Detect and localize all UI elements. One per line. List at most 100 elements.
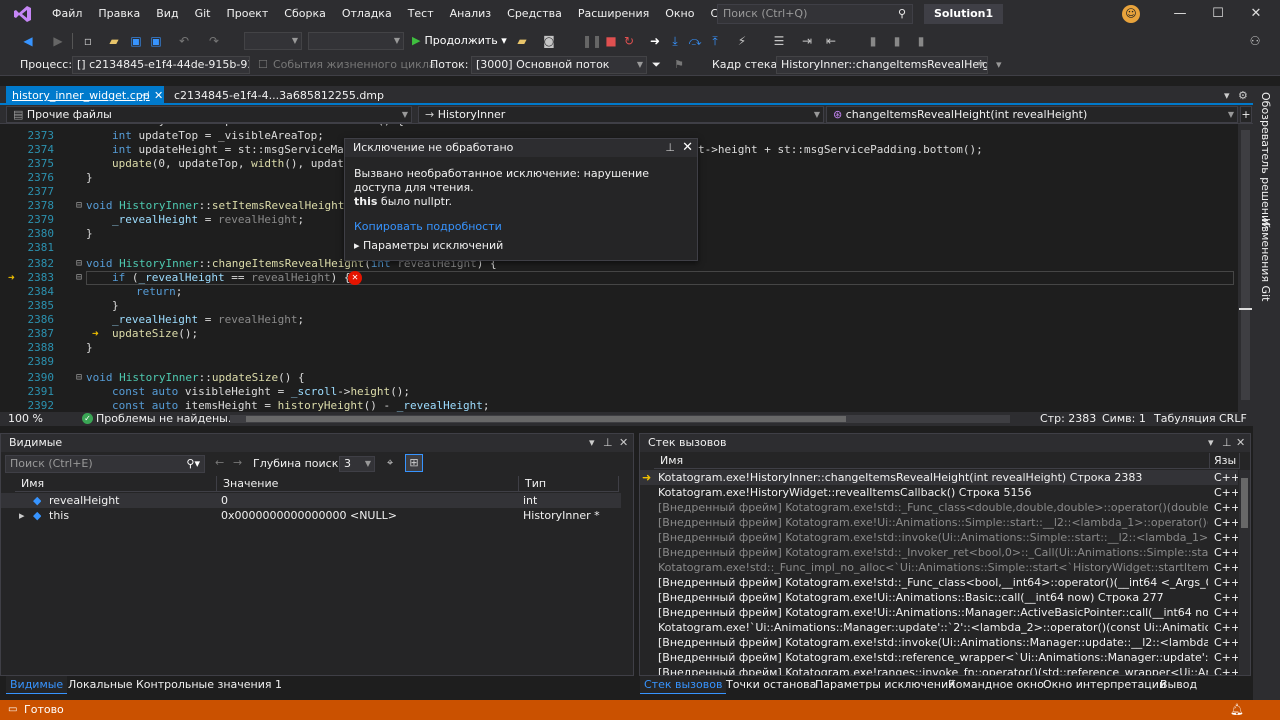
new-item-icon[interactable]: ▫ bbox=[80, 32, 96, 50]
search-forward-icon[interactable]: → bbox=[233, 456, 242, 469]
menu-git[interactable]: Git bbox=[187, 0, 219, 28]
visualizer-icon[interactable]: ⌖ bbox=[387, 456, 393, 470]
close-icon[interactable]: ✕ bbox=[1236, 434, 1245, 452]
locals-search-input[interactable]: Поиск (Ctrl+E) ⚲▾ bbox=[5, 455, 205, 473]
lifecycle-label[interactable]: События жизненного цикла bbox=[273, 57, 436, 73]
save-icon[interactable]: ▣ bbox=[128, 32, 144, 50]
pin-icon[interactable]: ⊣ bbox=[140, 86, 150, 105]
tab-locals-visible[interactable]: Видимые bbox=[6, 676, 68, 694]
project-dropdown[interactable]: ▤ Прочие файлы ▼ bbox=[6, 106, 412, 123]
list-item[interactable]: [Внедренный фрейм] Kotatogram.exe!std::_… bbox=[640, 500, 1238, 515]
column-header-lang[interactable]: Язы bbox=[1210, 453, 1240, 469]
close-icon[interactable]: ✕ bbox=[1244, 4, 1268, 24]
step-into-icon[interactable]: ⤓ bbox=[668, 32, 682, 50]
tab-locals[interactable]: Локальные bbox=[64, 676, 137, 694]
avatar[interactable]: ☺ bbox=[1122, 5, 1140, 23]
editor-scrollbar[interactable] bbox=[1238, 124, 1253, 412]
column-header-name[interactable]: Имя bbox=[15, 476, 217, 492]
filter-icon[interactable]: ⏷ bbox=[652, 57, 661, 73]
scroll-track[interactable] bbox=[1241, 130, 1250, 400]
list-item[interactable]: [Внедренный фрейм] Kotatogram.exe!ranges… bbox=[640, 665, 1238, 675]
show-next-statement-icon[interactable]: ➜ bbox=[648, 32, 662, 50]
continue-button[interactable]: ▶ Продолжить ▾ bbox=[412, 32, 507, 50]
screenshot-icon[interactable]: ◙ bbox=[540, 32, 558, 50]
tab-dropdown-icon[interactable]: ▾ bbox=[1224, 86, 1236, 105]
problems-text[interactable]: Проблемы не найдены. bbox=[96, 412, 231, 426]
config-dropdown[interactable]: ▼ bbox=[244, 32, 302, 50]
hex-toggle-icon[interactable]: ⊞ bbox=[405, 454, 423, 472]
dropdown-icon[interactable]: ▾ bbox=[1208, 434, 1214, 452]
pin-icon[interactable]: ⊥ bbox=[603, 434, 613, 452]
bookmark-icon[interactable]: ▮ bbox=[866, 32, 880, 50]
menu-window[interactable]: Окно bbox=[657, 0, 702, 28]
menu-analyze[interactable]: Анализ bbox=[442, 0, 500, 28]
platform-dropdown[interactable]: ▼ bbox=[308, 32, 404, 50]
list-item[interactable]: ➜ Kotatogram.exe!HistoryInner::changeItem… bbox=[640, 470, 1238, 485]
hot-reload-icon[interactable]: ⚡ bbox=[734, 32, 750, 50]
more-icon[interactable]: ▾ bbox=[996, 57, 1002, 73]
table-row[interactable]: ◆ revealHeight 0 int bbox=[1, 493, 621, 508]
search-input[interactable]: Поиск (Ctrl+Q) ⚲ bbox=[717, 4, 913, 24]
exception-settings-expander[interactable]: ▸ Параметры исключений bbox=[354, 239, 503, 252]
process-dropdown[interactable]: [] c2134845-e1f4-44de-915b-93 bbox=[72, 56, 250, 74]
save-all-icon[interactable]: ▣ bbox=[148, 32, 164, 50]
outdent-icon[interactable]: ⇤ bbox=[824, 32, 838, 50]
open-folder-icon[interactable]: ▰ bbox=[106, 32, 122, 50]
restart-icon[interactable]: ↻ bbox=[622, 32, 636, 50]
menu-extensions[interactable]: Расширения bbox=[570, 0, 657, 28]
list-item[interactable]: Kotatogram.exe!`Ui::Animations::Manager:… bbox=[640, 620, 1238, 635]
pause-icon[interactable]: ❚❚ bbox=[582, 32, 602, 50]
tab-breakpoints[interactable]: Точки останова bbox=[722, 676, 820, 694]
minimize-icon[interactable]: — bbox=[1168, 4, 1192, 24]
menu-file[interactable]: Файл bbox=[44, 0, 90, 28]
callstack-scrollbar[interactable] bbox=[1239, 470, 1250, 675]
search-back-icon[interactable]: ← bbox=[215, 456, 224, 469]
line-endings[interactable]: CRLF bbox=[1219, 412, 1247, 426]
indent-mode[interactable]: Табуляция bbox=[1154, 412, 1216, 426]
settings-icon[interactable]: ⚙ bbox=[1238, 86, 1250, 105]
git-changes-tab[interactable]: Изменения Git bbox=[1259, 218, 1272, 301]
list-item[interactable]: [Внедренный фрейм] Kotatogram.exe!Ui::An… bbox=[640, 605, 1238, 620]
tab-dump[interactable]: c2134845-e1f4-4...3a685812255.dmp bbox=[168, 86, 384, 105]
close-tab-icon[interactable]: ✕ bbox=[154, 86, 163, 105]
step-out-icon[interactable]: ⤒ bbox=[708, 32, 722, 50]
member-dropdown[interactable]: ⊛ changeItemsRevealHeight(int revealHeig… bbox=[826, 106, 1238, 123]
column-header-value[interactable]: Значение bbox=[217, 476, 519, 492]
code-editor[interactable]: void HistoryInner::repaintScrollDateCall… bbox=[0, 124, 1238, 412]
bookmark-next-icon[interactable]: ▮ bbox=[914, 32, 928, 50]
horizontal-scrollbar[interactable] bbox=[230, 415, 1010, 423]
split-icon[interactable]: + bbox=[1240, 106, 1252, 123]
dropdown-icon[interactable]: ▾ bbox=[589, 434, 595, 452]
copy-details-link[interactable]: Копировать подробности bbox=[354, 220, 502, 233]
step-over-icon[interactable]: ⤼ bbox=[688, 32, 702, 50]
format-icon[interactable]: ☰ bbox=[772, 32, 786, 50]
indent-icon[interactable]: ⇥ bbox=[800, 32, 814, 50]
search-depth-dropdown[interactable]: 3 ▼ bbox=[339, 456, 375, 472]
menu-debug[interactable]: Отладка bbox=[334, 0, 400, 28]
stackframe-dropdown[interactable]: HistoryInner::changeItemsRevealHeight ▼ bbox=[776, 56, 988, 74]
list-item[interactable]: Kotatogram.exe!HistoryWidget::revealItem… bbox=[640, 485, 1238, 500]
list-item[interactable]: [Внедренный фрейм] Kotatogram.exe!std::_… bbox=[640, 545, 1238, 560]
undo-icon[interactable]: ↶ bbox=[176, 32, 192, 50]
open-file-icon[interactable]: ▰ bbox=[514, 32, 530, 50]
list-item[interactable]: [Внедренный фрейм] Kotatogram.exe!std::i… bbox=[640, 635, 1238, 650]
list-item[interactable]: [Внедренный фрейм] Kotatogram.exe!std::r… bbox=[640, 650, 1238, 665]
live-share-icon[interactable]: ⚇ bbox=[1246, 32, 1264, 50]
pin-icon[interactable]: ⊥ bbox=[1222, 434, 1232, 452]
menu-edit[interactable]: Правка bbox=[90, 0, 148, 28]
maximize-icon[interactable]: ☐ bbox=[1206, 4, 1230, 24]
menu-test[interactable]: Тест bbox=[400, 0, 442, 28]
notification-icon[interactable]: 🔔︎ bbox=[1230, 700, 1244, 720]
menu-tools[interactable]: Средства bbox=[499, 0, 570, 28]
bookmark-prev-icon[interactable]: ▮ bbox=[890, 32, 904, 50]
flag-icon[interactable]: ⚑ bbox=[674, 57, 684, 73]
list-item[interactable]: Kotatogram.exe!std::_Func_impl_no_alloc<… bbox=[640, 560, 1238, 575]
list-item[interactable]: [Внедренный фрейм] Kotatogram.exe!Ui::An… bbox=[640, 515, 1238, 530]
redo-icon[interactable]: ↷ bbox=[206, 32, 222, 50]
thread-dropdown[interactable]: [3000] Основной поток ▼ bbox=[471, 56, 647, 74]
column-header-name[interactable]: Имя bbox=[654, 453, 1210, 469]
tab-output[interactable]: Вывод bbox=[1156, 676, 1201, 694]
menu-view[interactable]: Вид bbox=[148, 0, 186, 28]
table-row[interactable]: ▸ ◆ this 0x0000000000000000 <NULL> Histo… bbox=[1, 508, 621, 523]
stop-icon[interactable]: ■ bbox=[604, 32, 618, 50]
